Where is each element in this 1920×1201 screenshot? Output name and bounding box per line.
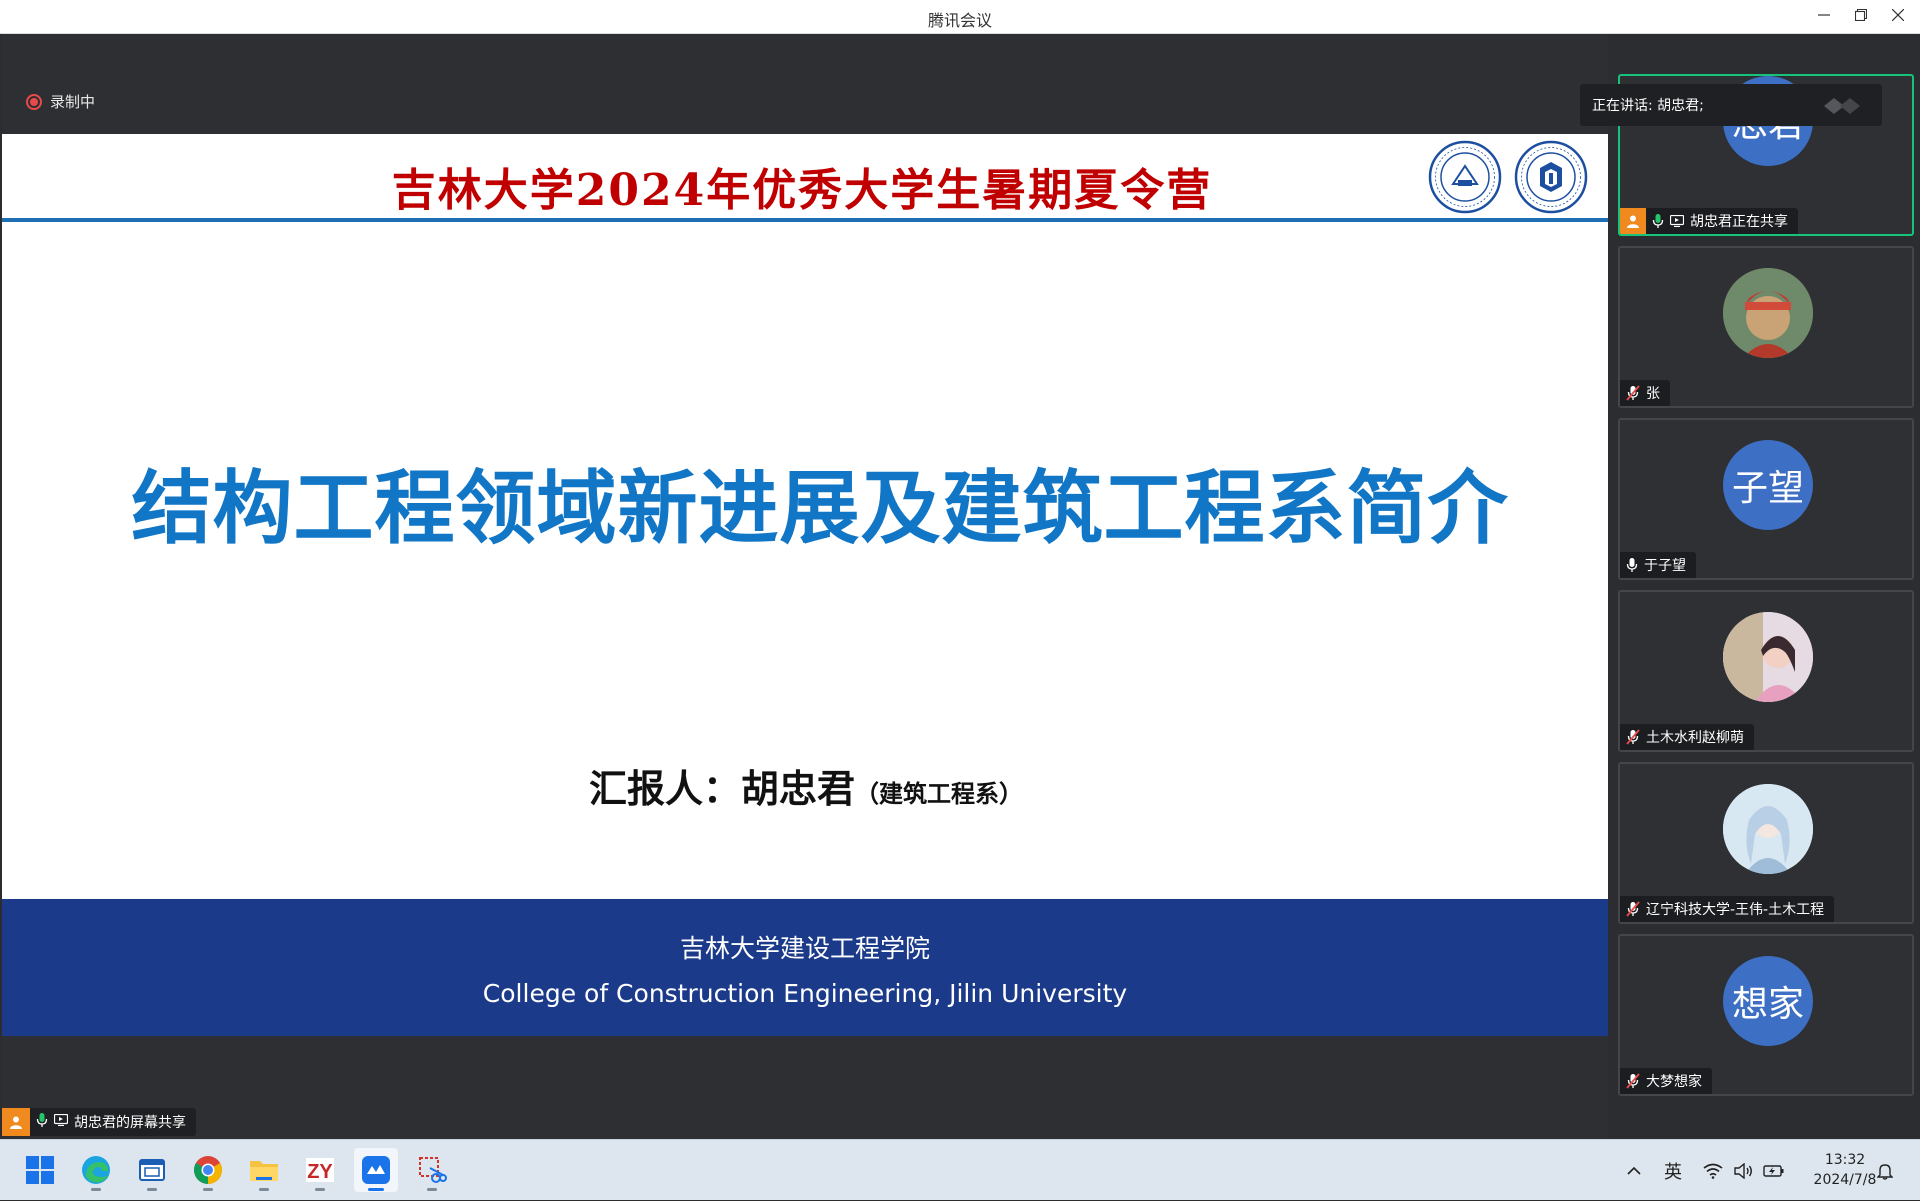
- folder-icon: [250, 1161, 278, 1181]
- volume-button[interactable]: [1728, 1140, 1758, 1201]
- window-title: 腾讯会议: [927, 11, 992, 30]
- battery-charging-icon: [1763, 1164, 1784, 1177]
- bell-icon: [1877, 1163, 1893, 1180]
- chrome-icon: [194, 1156, 222, 1184]
- speaker-icon: [1734, 1162, 1752, 1179]
- avatar-photo-icon: [1723, 268, 1813, 358]
- screen-share-tag: 胡忠君的屏幕共享: [2, 1108, 196, 1136]
- recording-indicator[interactable]: 录制中: [26, 91, 95, 112]
- taskbar-file-explorer[interactable]: [242, 1148, 286, 1192]
- chevron-up-icon: [1627, 1166, 1641, 1175]
- minimize-button[interactable]: [1805, 0, 1843, 30]
- restore-button[interactable]: [1842, 0, 1880, 30]
- close-button[interactable]: [1879, 0, 1917, 30]
- participant-label: 辽宁科技大学-王伟-土木工程: [1620, 896, 1835, 922]
- mic-on-icon: [1626, 557, 1638, 573]
- zy-app-icon: ZY: [306, 1158, 334, 1183]
- slide-reporter: 汇报人：胡忠君（建筑工程系）: [2, 758, 1608, 813]
- participant-name: 于子望: [1644, 558, 1686, 574]
- mic-muted-icon: [1626, 729, 1640, 745]
- gallery-toggle-icon[interactable]: [1820, 96, 1870, 116]
- presentation-slide: 吉林大学2024年优秀大学生暑期夏令营 结构工程领域新进展及建筑工程系简介 汇报…: [2, 134, 1608, 1036]
- participant-label: 张: [1620, 380, 1670, 406]
- taskbar-app-window[interactable]: [130, 1148, 174, 1192]
- participant-tile[interactable]: 辽宁科技大学-王伟-土木工程: [1618, 762, 1914, 924]
- ime-indicator[interactable]: 英: [1656, 1140, 1690, 1201]
- participant-label: 大梦想家: [1620, 1068, 1712, 1094]
- speaking-indicator: 正在讲话: 胡忠君;: [1580, 84, 1882, 126]
- college-seal-icon: [1514, 140, 1588, 214]
- minimize-icon: [1818, 14, 1830, 16]
- avatar: [1723, 784, 1813, 874]
- svg-text:ZY: ZY: [307, 1161, 333, 1183]
- avatar: 子望: [1723, 440, 1813, 530]
- footer-college-en: College of Construction Engineering, Jil…: [482, 979, 1128, 1008]
- avatar: [1723, 268, 1813, 358]
- screen-share-icon: [53, 1113, 69, 1130]
- screen-share-icon: [1670, 215, 1684, 227]
- jilin-university-seal-icon: [1428, 140, 1502, 214]
- header-divider: [2, 218, 1608, 222]
- app-window-icon: [139, 1159, 165, 1181]
- mic-muted-icon: [1626, 1073, 1640, 1089]
- participant-name: 胡忠君正在共享: [1690, 214, 1788, 230]
- slide-footer: 吉林大学建设工程学院 College of Construction Engin…: [2, 899, 1608, 1036]
- participant-name: 大梦想家: [1646, 1074, 1702, 1090]
- start-button[interactable]: [18, 1148, 62, 1192]
- restore-icon: [1855, 9, 1867, 21]
- avatar: 想家: [1723, 956, 1813, 1046]
- slide-header: 吉林大学2024年优秀大学生暑期夏令营: [2, 134, 1608, 222]
- mic-on-icon: [36, 1112, 48, 1132]
- participant-tile[interactable]: 张: [1618, 246, 1914, 408]
- mic-on-icon: [1652, 213, 1664, 229]
- reporter-name: 汇报人：胡忠君: [588, 767, 855, 811]
- taskbar-snipping-tool[interactable]: [410, 1148, 454, 1192]
- tencent-meeting-icon: [362, 1156, 390, 1184]
- taskbar-tencent-meeting[interactable]: [354, 1148, 398, 1192]
- participant-label: 于子望: [1620, 552, 1696, 578]
- participant-tile[interactable]: 想家 大梦想家: [1618, 934, 1914, 1096]
- record-icon: [26, 93, 42, 110]
- reporter-department: （建筑工程系）: [855, 780, 1023, 808]
- mic-muted-icon: [1626, 385, 1640, 401]
- avatar-photo-icon: [1723, 612, 1813, 702]
- windows-start-icon: [26, 1156, 54, 1184]
- participant-label: 胡忠君正在共享: [1620, 208, 1798, 234]
- wifi-button[interactable]: [1698, 1140, 1728, 1201]
- screen-share-label: 胡忠君的屏幕共享: [74, 1115, 186, 1131]
- participant-name: 土木水利赵柳萌: [1646, 730, 1744, 746]
- close-icon: [1892, 9, 1904, 21]
- person-icon: [1620, 208, 1646, 234]
- participant-name: 辽宁科技大学-王伟-土木工程: [1646, 902, 1825, 918]
- slide-camp-title: 吉林大学2024年优秀大学生暑期夏令营: [391, 165, 1213, 216]
- participant-tile[interactable]: 子望 于子望: [1618, 418, 1914, 580]
- windows-taskbar: ZY 英 13:32 2024/7/8: [0, 1139, 1920, 1200]
- edge-icon: [82, 1156, 110, 1184]
- participant-tile[interactable]: 土木水利赵柳萌: [1618, 590, 1914, 752]
- taskbar-zy-app[interactable]: ZY: [298, 1148, 342, 1192]
- person-icon: [2, 1108, 30, 1136]
- battery-button[interactable]: [1758, 1140, 1790, 1201]
- participant-label: 土木水利赵柳萌: [1620, 724, 1754, 750]
- notifications-button[interactable]: [1870, 1140, 1900, 1201]
- snipping-tool-icon: [419, 1157, 447, 1183]
- window-titlebar: 腾讯会议: [0, 0, 1920, 34]
- tray-overflow-button[interactable]: [1620, 1140, 1648, 1201]
- speaking-label: 正在讲话: 胡忠君;: [1592, 98, 1704, 114]
- avatar-photo-icon: [1723, 784, 1813, 874]
- avatar: [1723, 612, 1813, 702]
- footer-college-cn: 吉林大学建设工程学院: [679, 934, 930, 963]
- recording-label: 录制中: [50, 93, 96, 111]
- wifi-icon: [1703, 1163, 1723, 1179]
- mic-muted-icon: [1626, 901, 1640, 917]
- taskbar-edge[interactable]: [74, 1148, 118, 1192]
- taskbar-chrome[interactable]: [186, 1148, 230, 1192]
- participant-name: 张: [1646, 386, 1660, 402]
- participant-gallery: 忠君 胡忠君正在共享: [1608, 34, 1920, 1139]
- slide-main-title: 结构工程领域新进展及建筑工程系简介: [131, 462, 1509, 555]
